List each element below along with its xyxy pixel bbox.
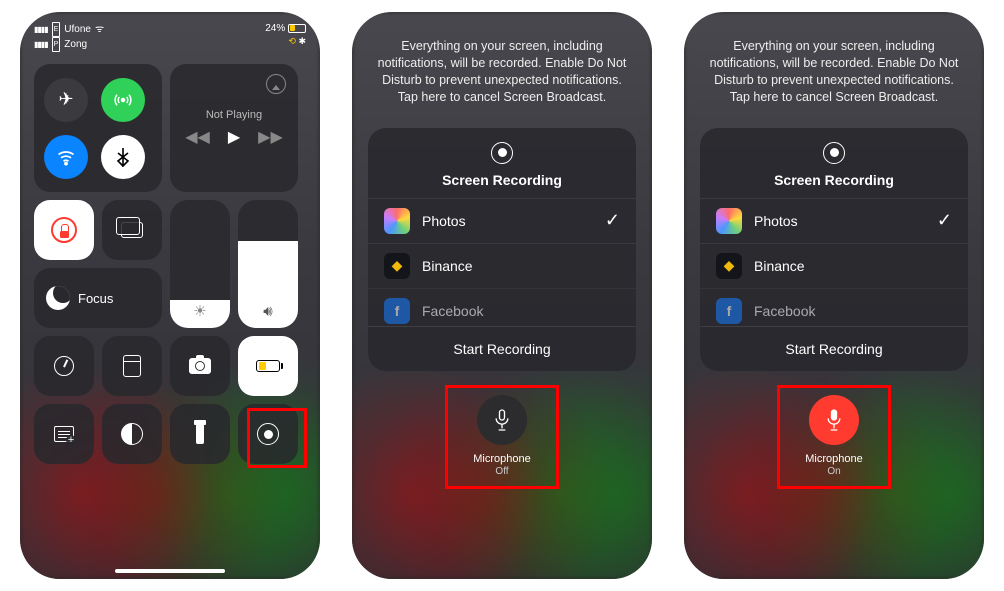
airplay-icon[interactable] (266, 74, 286, 94)
volume-icon: 🔊︎ (238, 303, 298, 320)
broadcast-message[interactable]: Everything on your screen, including not… (352, 12, 652, 122)
timer-tile[interactable] (34, 336, 94, 396)
panel-title: Screen Recording (700, 172, 968, 188)
app-label: Photos (754, 213, 798, 229)
notes-tile[interactable] (34, 404, 94, 464)
volume-slider[interactable]: 🔊︎ (238, 200, 298, 328)
app-label: Binance (422, 258, 473, 274)
focus-label: Focus (78, 291, 113, 306)
app-label: Photos (422, 213, 466, 229)
airplane-toggle[interactable]: ✈︎ (44, 78, 88, 122)
battery-icon (256, 360, 280, 372)
highlight-box (777, 385, 891, 489)
timer-icon (54, 356, 74, 376)
photos-app-icon (716, 208, 742, 234)
highlight-box (445, 385, 559, 489)
next-icon[interactable]: ▶▶ (258, 127, 283, 147)
calculator-tile[interactable] (102, 336, 162, 396)
prev-icon[interactable]: ◀◀ (185, 127, 210, 147)
note-icon (54, 426, 74, 442)
app-label: Facebook (422, 303, 483, 319)
screenshot-recording-sheet-mic-on: Everything on your screen, including not… (684, 12, 984, 579)
app-row-photos[interactable]: Photos ✓ (700, 198, 968, 243)
focus-tile[interactable]: Focus (34, 268, 162, 328)
calculator-icon (123, 355, 141, 377)
wifi-toggle[interactable] (44, 135, 88, 179)
recording-panel: Screen Recording Photos ✓ Binance f Face… (368, 128, 636, 371)
wifi-icon: ᯤ (95, 23, 104, 36)
media-status: Not Playing (206, 109, 262, 121)
moon-icon (46, 286, 70, 310)
binance-app-icon (384, 253, 410, 279)
broadcast-message[interactable]: Everything on your screen, including not… (684, 12, 984, 122)
photos-app-icon (384, 208, 410, 234)
screen-mirroring-tile[interactable] (102, 200, 162, 260)
play-icon[interactable]: ▶ (228, 127, 240, 147)
dark-mode-tile[interactable] (102, 404, 162, 464)
bluetooth-toggle[interactable] (101, 135, 145, 179)
media-tile[interactable]: Not Playing ◀◀ ▶ ▶▶ (170, 64, 298, 192)
brightness-slider[interactable]: ☀︎ (170, 200, 230, 328)
facebook-app-icon: f (716, 298, 742, 324)
highlight-box (247, 408, 307, 468)
dark-mode-icon (121, 423, 143, 445)
low-power-tile[interactable] (238, 336, 298, 396)
app-row-binance[interactable]: Binance (700, 243, 968, 288)
recording-panel: Screen Recording Photos ✓ Binance f Face… (700, 128, 968, 371)
screenshot-recording-sheet-mic-off: Everything on your screen, including not… (352, 12, 652, 579)
status-bar: E Ufone ᯤ P Zong 24% ⟲ ✱ (20, 12, 320, 56)
start-recording-button[interactable]: Start Recording (700, 326, 968, 371)
app-row-facebook[interactable]: f Facebook (700, 288, 968, 326)
record-icon (491, 142, 513, 164)
binance-app-icon (716, 253, 742, 279)
start-recording-button[interactable]: Start Recording (368, 326, 636, 371)
home-indicator[interactable] (115, 569, 225, 573)
signal-icon (34, 38, 48, 51)
checkmark-icon: ✓ (937, 210, 952, 231)
app-row-photos[interactable]: Photos ✓ (368, 198, 636, 243)
panel-title: Screen Recording (368, 172, 636, 188)
camera-icon (189, 358, 211, 374)
app-row-facebook[interactable]: f Facebook (368, 288, 636, 326)
screen-mirroring-icon (121, 222, 143, 238)
flashlight-tile[interactable] (170, 404, 230, 464)
flashlight-icon (196, 424, 204, 444)
checkmark-icon: ✓ (605, 210, 620, 231)
orientation-lock-icon (51, 217, 77, 243)
orientation-lock-tile[interactable] (34, 200, 94, 260)
signal-icon (34, 23, 48, 36)
app-label: Facebook (754, 303, 815, 319)
cellular-toggle[interactable] (101, 78, 145, 122)
screenshot-control-center: E Ufone ᯤ P Zong 24% ⟲ ✱ ✈︎ Not Playing … (20, 12, 320, 579)
record-icon (823, 142, 845, 164)
connectivity-tile[interactable]: ✈︎ (34, 64, 162, 192)
facebook-app-icon: f (384, 298, 410, 324)
app-row-binance[interactable]: Binance (368, 243, 636, 288)
app-label: Binance (754, 258, 805, 274)
camera-tile[interactable] (170, 336, 230, 396)
brightness-icon: ☀︎ (170, 302, 230, 320)
